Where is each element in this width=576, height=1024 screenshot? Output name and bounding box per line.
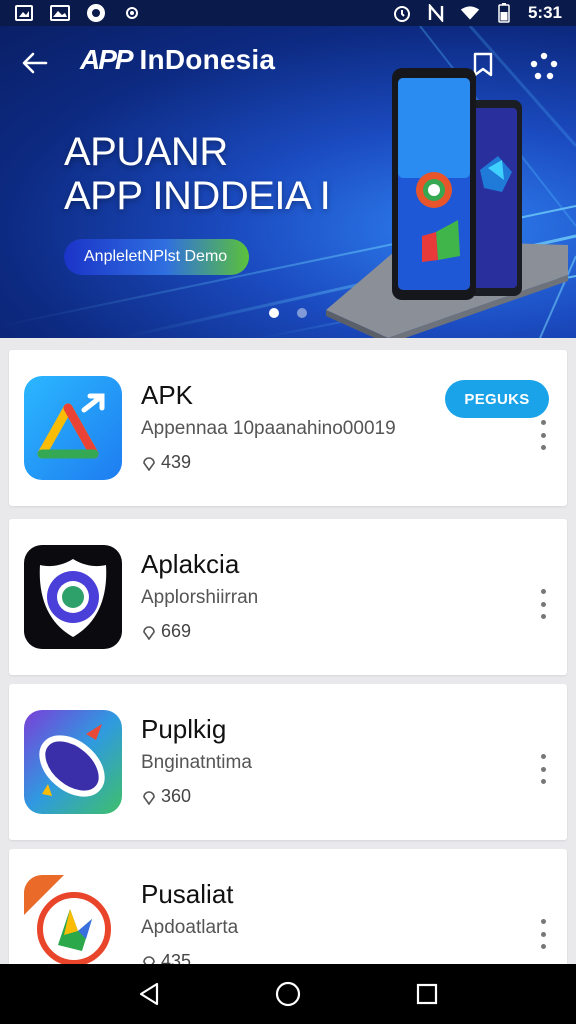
battery-icon bbox=[494, 3, 514, 23]
more-options-button[interactable] bbox=[531, 919, 555, 949]
app-brand-title: APP InDonesia bbox=[80, 44, 275, 76]
app-name: APK bbox=[141, 380, 194, 410]
arrow-left-icon bbox=[22, 52, 48, 74]
more-options-button[interactable] bbox=[531, 754, 555, 784]
hero-cta-button[interactable]: AnpleletNPlst Demo bbox=[64, 239, 250, 275]
app-subtitle: Apdoatlarta bbox=[141, 917, 239, 938]
hero-banner[interactable]: APP InDonesia APUANR APP INDDEIA I Anple… bbox=[0, 26, 576, 338]
brand-prefix: APP bbox=[80, 44, 134, 75]
triangle-arrow-app-icon bbox=[24, 376, 122, 480]
recents-square-icon bbox=[416, 983, 437, 1005]
more-vert-icon bbox=[540, 919, 546, 924]
more-vert-icon bbox=[540, 589, 546, 594]
hero-phones-image bbox=[326, 68, 568, 338]
image-icon bbox=[50, 5, 70, 21]
more-options-button[interactable] bbox=[531, 589, 555, 619]
nav-recents-button[interactable] bbox=[407, 974, 447, 1014]
brand-suffix: InDonesia bbox=[131, 44, 276, 75]
app-rating: 669 bbox=[141, 621, 191, 642]
app-rating: 360 bbox=[141, 786, 191, 807]
back-button[interactable] bbox=[18, 46, 52, 80]
wifi-icon bbox=[460, 5, 480, 21]
app-subtitle: Bnginatntima bbox=[141, 752, 252, 773]
hero-title-line-1: APUANR bbox=[64, 130, 228, 174]
nav-back-button[interactable] bbox=[129, 974, 169, 1014]
app-rating: 439 bbox=[141, 452, 191, 473]
hero-title: APUANR APP INDDEIA I bbox=[64, 130, 331, 218]
list-item[interactable]: APK Appennaa 10paanahino00019 439 PEGUKS bbox=[9, 350, 567, 506]
carousel-dot-2[interactable] bbox=[297, 308, 307, 318]
home-circle-icon bbox=[275, 981, 301, 1007]
hero-title-line-2: APP INDDEIA I bbox=[64, 174, 331, 218]
status-bar: 5:31 bbox=[0, 0, 576, 26]
rating-value: 669 bbox=[161, 621, 192, 641]
rating-value: 439 bbox=[161, 452, 192, 472]
app-subtitle: Applorshiirran bbox=[141, 587, 259, 608]
install-button[interactable]: PEGUKS bbox=[445, 380, 549, 418]
notification-icon bbox=[122, 5, 142, 21]
alarm-icon bbox=[392, 5, 412, 22]
more-vert-icon bbox=[540, 420, 546, 425]
app-subtitle: Appennaa 10paanahino00019 bbox=[141, 418, 396, 439]
app-name: Pusaliat bbox=[141, 879, 234, 909]
carousel-dot-1[interactable] bbox=[269, 308, 279, 318]
pin-icon bbox=[143, 456, 155, 471]
rating-value: 360 bbox=[161, 786, 192, 806]
status-right: 5:31 bbox=[392, 3, 562, 23]
more-vert-icon bbox=[540, 754, 546, 759]
carousel-indicator bbox=[0, 308, 576, 318]
pin-icon bbox=[143, 790, 155, 805]
nav-home-button[interactable] bbox=[268, 974, 308, 1014]
gallery-icon bbox=[14, 5, 34, 21]
app-icon bbox=[86, 4, 106, 22]
more-options-button[interactable] bbox=[531, 420, 555, 450]
system-nav-bar bbox=[0, 964, 576, 1024]
list-item[interactable]: Puplkig Bnginatntima 360 bbox=[9, 684, 567, 840]
nfc-icon bbox=[426, 4, 446, 22]
status-left bbox=[14, 4, 142, 22]
planet-ring-app-icon bbox=[24, 710, 122, 814]
app-name: Puplkig bbox=[141, 714, 227, 744]
status-time: 5:31 bbox=[527, 3, 562, 22]
back-triangle-icon bbox=[140, 982, 159, 1006]
list-item[interactable]: Aplakcia Applorshiirran 669 bbox=[9, 519, 567, 675]
pin-icon bbox=[143, 625, 155, 640]
app-name: Aplakcia bbox=[141, 549, 240, 579]
shield-target-app-icon bbox=[24, 545, 122, 649]
